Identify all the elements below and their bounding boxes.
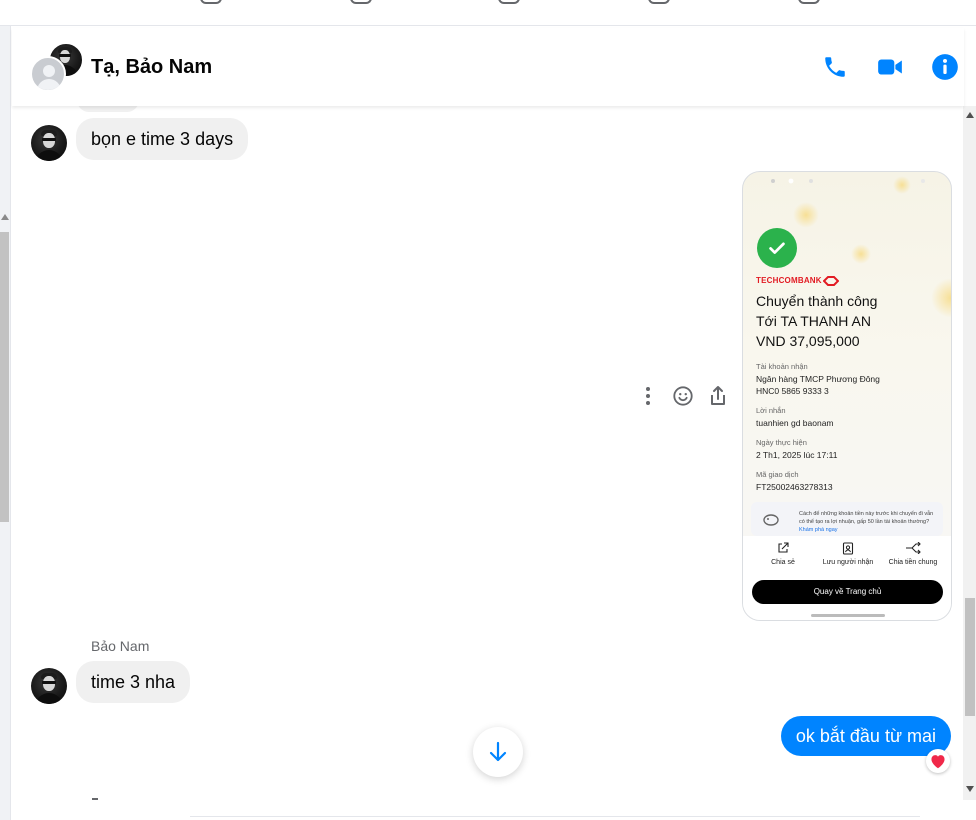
nav-icon[interactable] bbox=[200, 0, 222, 4]
info-button[interactable] bbox=[930, 52, 960, 82]
nav-icon[interactable] bbox=[798, 0, 820, 4]
receipt-save-action: Lưu người nhận bbox=[813, 542, 883, 566]
receipt-split-action: Chia tiền chung bbox=[878, 542, 948, 566]
top-navigation-strip bbox=[0, 0, 976, 26]
home-button: Quay về Trang chủ bbox=[752, 580, 943, 604]
receipt-share-action: Chia sẻ bbox=[748, 542, 818, 566]
left-scrollbar-thumb[interactable] bbox=[0, 232, 9, 522]
info-icon bbox=[932, 54, 958, 80]
typing-indicator-fragment bbox=[92, 798, 98, 800]
transfer-receipt-image[interactable]: TECHCOMBANK Chuyển thành công Tới TA THA… bbox=[742, 171, 952, 621]
account-label: Tài khoản nhận bbox=[756, 362, 808, 371]
call-button[interactable] bbox=[820, 52, 850, 82]
default-avatar bbox=[30, 56, 66, 92]
more-vertical-icon bbox=[646, 387, 650, 405]
more-options-button[interactable] bbox=[635, 383, 661, 409]
transaction-id-label: Mã giao dịch bbox=[756, 470, 799, 479]
nav-icon[interactable] bbox=[648, 0, 670, 4]
transfer-status: Chuyển thành công bbox=[756, 293, 878, 309]
sender-name: Bảo Nam bbox=[91, 638, 150, 654]
share-icon bbox=[711, 386, 725, 405]
video-call-button[interactable] bbox=[875, 52, 905, 82]
composer-divider bbox=[190, 816, 920, 817]
notice-text: Cách để những khoản tiền này trước khi c… bbox=[799, 511, 934, 533]
success-check-icon bbox=[757, 228, 797, 268]
sender-avatar[interactable] bbox=[31, 668, 67, 704]
split-icon bbox=[906, 542, 921, 554]
bank-logo-icon bbox=[823, 276, 839, 286]
transfer-amount: VND 37,095,000 bbox=[756, 333, 860, 349]
scroll-up-arrow[interactable] bbox=[966, 112, 974, 118]
home-indicator bbox=[811, 614, 885, 617]
react-button[interactable] bbox=[670, 383, 696, 409]
account-number: HNC0 5865 9333 3 bbox=[756, 386, 829, 396]
piggy-icon bbox=[763, 514, 779, 526]
video-camera-icon bbox=[878, 59, 902, 75]
phone-icon bbox=[825, 57, 845, 77]
outgoing-message[interactable]: ok bắt đầu từ mai bbox=[780, 716, 951, 756]
conversation-header: Tạ, Bảo Nam bbox=[12, 28, 964, 106]
incoming-message[interactable]: bọn e time 3 days bbox=[76, 118, 249, 160]
transfer-recipient: Tới TA THANH AN bbox=[756, 313, 871, 329]
account-bank: Ngân hàng TMCP Phương Đông bbox=[756, 374, 880, 384]
scroll-down-arrow[interactable] bbox=[966, 786, 974, 792]
conversation-title[interactable]: Tạ, Bảo Nam bbox=[91, 56, 212, 79]
forward-button[interactable] bbox=[705, 383, 731, 409]
receipt-actions: Chia sẻ Lưu người nhận Chia tiền chung bbox=[743, 536, 951, 578]
message-value: tuanhien gd baonam bbox=[756, 418, 834, 428]
arrow-down-icon bbox=[489, 741, 507, 762]
bank-name: TECHCOMBANK bbox=[756, 276, 822, 285]
scroll-to-bottom-button[interactable] bbox=[473, 727, 523, 777]
smiley-icon bbox=[673, 386, 693, 406]
contact-card-icon bbox=[842, 542, 854, 555]
message-label: Lời nhắn bbox=[756, 406, 786, 415]
promo-notice: Cách để những khoản tiền này trước khi c… bbox=[751, 502, 943, 536]
date-label: Ngày thực hiện bbox=[756, 438, 807, 447]
sender-avatar[interactable] bbox=[31, 125, 67, 161]
external-share-icon bbox=[778, 542, 789, 553]
nav-icon[interactable] bbox=[498, 0, 520, 4]
date-value: 2 Th1, 2025 lúc 17:11 bbox=[756, 450, 838, 460]
group-avatar[interactable] bbox=[30, 40, 84, 94]
incoming-message[interactable]: time 3 nha bbox=[76, 661, 191, 703]
transaction-id-value: FT25002463278313 bbox=[756, 482, 833, 492]
message-reaction[interactable] bbox=[926, 749, 950, 773]
nav-icon[interactable] bbox=[350, 0, 372, 4]
message-scrollbar-thumb[interactable] bbox=[965, 598, 975, 716]
left-scroll-arrow[interactable] bbox=[1, 214, 9, 220]
heart-icon bbox=[931, 755, 945, 769]
